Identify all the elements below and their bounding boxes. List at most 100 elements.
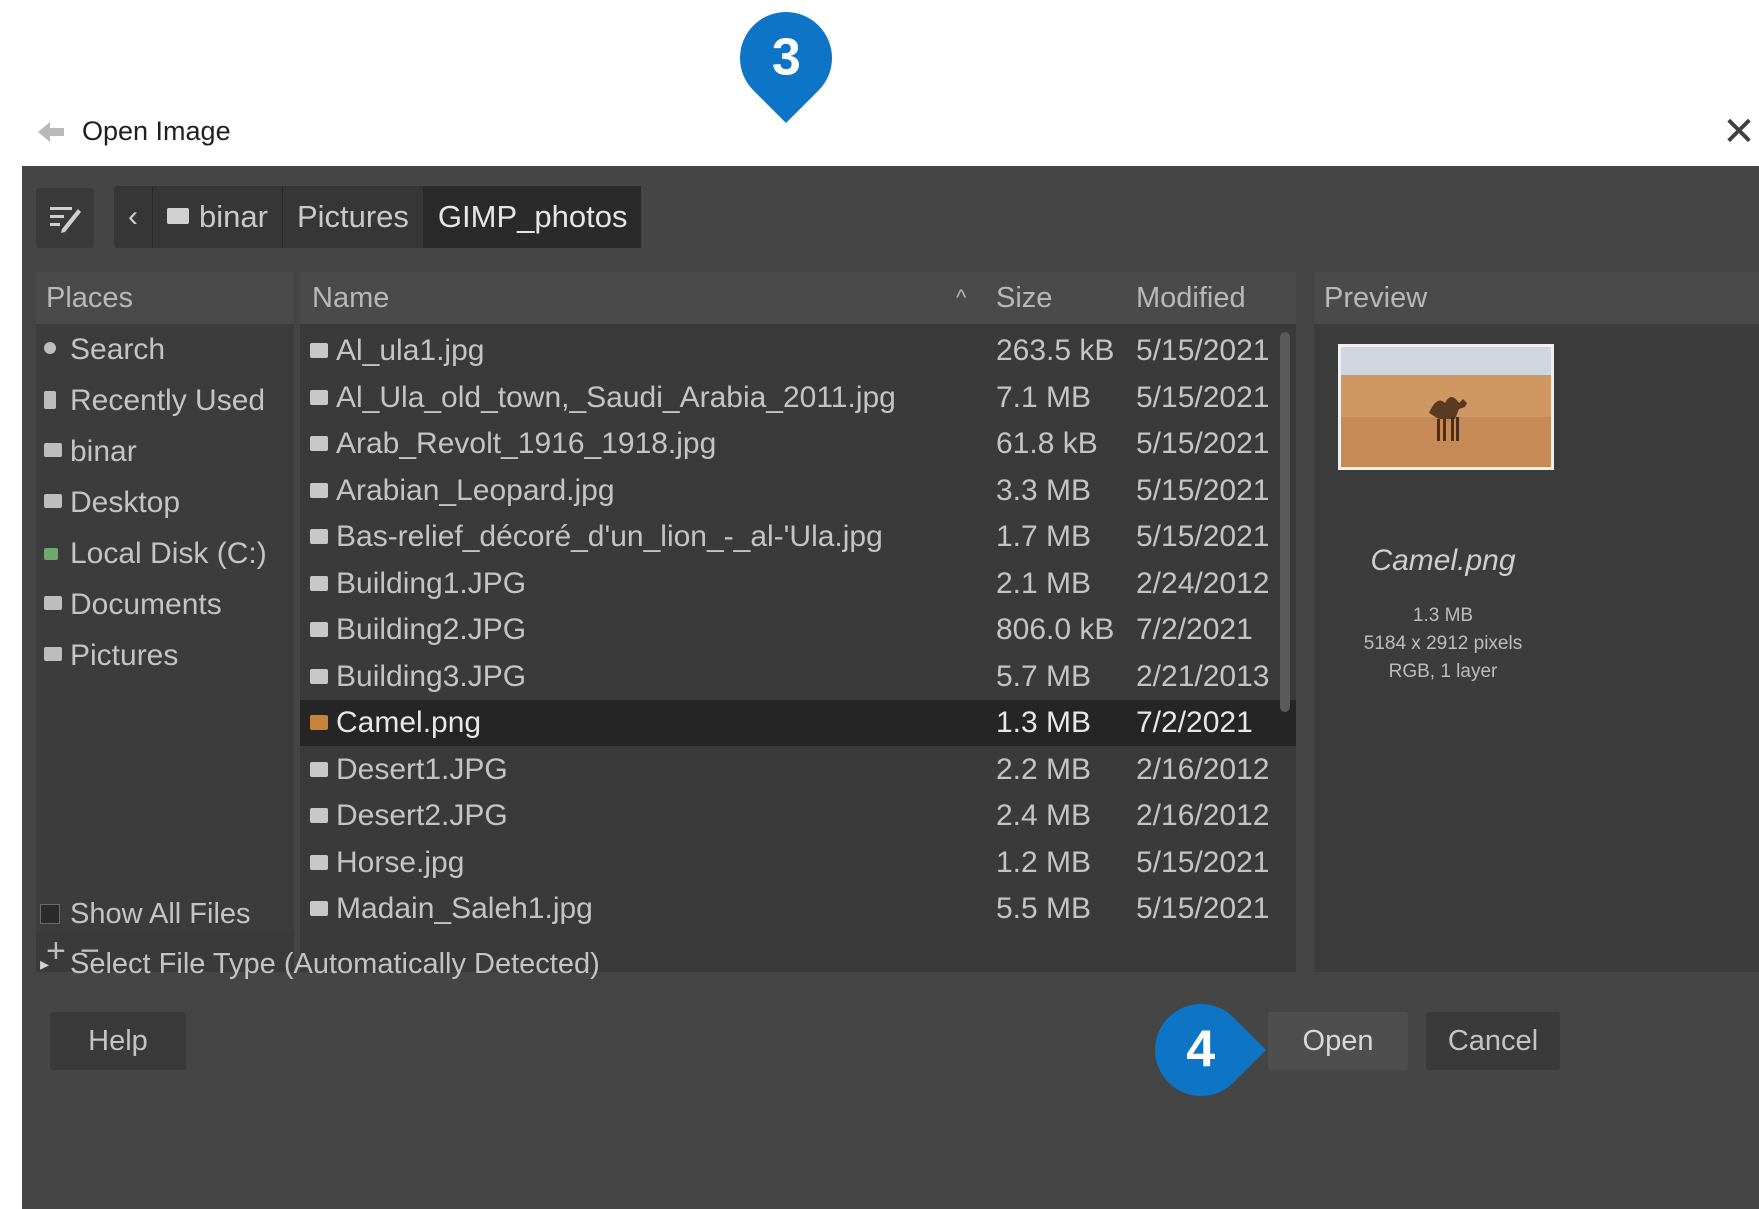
place-desktop[interactable]: Desktop: [36, 477, 294, 528]
file-size: 5.7 MB: [996, 659, 1092, 693]
type-location-button[interactable]: [36, 188, 94, 248]
column-modified-header[interactable]: Modified: [1136, 272, 1246, 324]
file-name: Desert2.JPG: [336, 799, 508, 832]
file-size: 1.7 MB: [996, 520, 1092, 553]
file-row[interactable]: Madain_Saleh1.jpg 5.5 MB 5/15/2021: [300, 886, 1296, 932]
file-row[interactable]: Al_ula1.jpg 263.5 kB 5/15/2021: [300, 328, 1296, 374]
file-modified: 2/16/2012: [1136, 752, 1270, 786]
file-size: 263.5 kB: [996, 334, 1115, 367]
file-name: Al_ula1.jpg: [336, 334, 485, 367]
image-file-icon: [310, 529, 328, 544]
file-row[interactable]: Building2.JPG 806.0 kB 7/2/2021: [300, 607, 1296, 653]
step-marker-label: 3: [771, 29, 801, 88]
preview-info: 1.3 MB 5184 x 2912 pixels RGB, 1 layer: [1314, 602, 1572, 686]
place-pictures[interactable]: Pictures: [36, 630, 294, 681]
open-button[interactable]: Open: [1268, 1012, 1408, 1070]
place-label: Pictures: [70, 639, 179, 672]
place-local-disk[interactable]: Local Disk (C:): [36, 528, 294, 579]
image-file-icon: [310, 761, 328, 777]
file-row[interactable]: Al_Ula_old_town,_Saudi_Arabia_2011.jpg 7.…: [300, 375, 1296, 421]
file-list: Name ^ Size Modified Al_ula1.jpg 263.5 kB…: [300, 272, 1296, 972]
place-label: Search: [70, 333, 166, 366]
file-modified: 5/15/2021: [1136, 845, 1270, 879]
places-panel: Places Search Recently Used binar Deskto…: [36, 272, 294, 972]
file-size: 806.0 kB: [996, 613, 1115, 646]
places-header: Places: [36, 272, 294, 324]
breadcrumb-binar[interactable]: binar: [153, 186, 283, 248]
help-button[interactable]: Help: [50, 1012, 186, 1070]
folder-icon: [44, 494, 62, 508]
preview-dimensions: 5184 x 2912 pixels: [1363, 633, 1523, 654]
file-row[interactable]: Desert2.JPG 2.4 MB 2/16/2012: [300, 793, 1296, 839]
file-size: 1.3 MB: [996, 706, 1092, 739]
place-documents[interactable]: Documents: [36, 579, 294, 630]
select-file-type-expander[interactable]: ▸ Select File Type (Automatically Detect…: [36, 942, 600, 986]
breadcrumb-gimp-photos[interactable]: GIMP_photos: [423, 186, 642, 248]
folder-icon: [44, 443, 62, 457]
place-label: Documents: [70, 588, 222, 621]
file-size: 7.1 MB: [996, 380, 1092, 414]
file-row[interactable]: Building3.JPG 5.7 MB 2/21/2013: [300, 654, 1296, 700]
breadcrumb-back-button[interactable]: ‹: [114, 186, 153, 248]
file-row[interactable]: Bas-relief_décoré_d'un_lion_-_al-'Ula.jp…: [300, 514, 1296, 560]
screenshot: Open Image ✕ ‹ binar Pictures GIMP_photo…: [0, 0, 1759, 1209]
image-file-icon: [310, 389, 328, 405]
file-row[interactable]: Desert1.JPG 2.2 MB 2/16/2012: [300, 747, 1296, 793]
dialog-title: Open Image: [82, 116, 231, 146]
file-size: 2.1 MB: [996, 566, 1092, 600]
file-name: Arab_Revolt_1916_1918.jpg: [336, 427, 717, 460]
cancel-button[interactable]: Cancel: [1426, 1012, 1560, 1070]
file-name: Madain_Saleh1.jpg: [336, 892, 593, 925]
title-bar: Open Image ✕: [22, 100, 1759, 167]
close-button[interactable]: ✕: [1719, 110, 1759, 154]
file-row[interactable]: Arabian_Leopard.jpg 3.3 MB 5/15/2021: [300, 468, 1296, 514]
file-row[interactable]: Building1.JPG 2.1 MB 2/24/2012: [300, 561, 1296, 607]
image-file-icon: [310, 343, 328, 358]
place-binar[interactable]: binar: [36, 426, 294, 477]
breadcrumb: ‹ binar Pictures GIMP_photos: [114, 186, 642, 248]
disk-icon: [44, 548, 58, 560]
image-file-icon: [310, 575, 328, 591]
image-file-icon: [310, 854, 328, 870]
image-file-icon: [310, 436, 328, 451]
preview-mode: RGB, 1 layer: [1388, 661, 1498, 682]
place-search[interactable]: Search: [36, 324, 294, 375]
column-size-header[interactable]: Size: [996, 272, 1052, 324]
image-file-icon: [310, 668, 328, 684]
file-modified: 7/2/2021: [1136, 706, 1253, 739]
folder-icon: [44, 647, 62, 661]
image-file-icon: [310, 715, 328, 730]
file-row[interactable]: Arab_Revolt_1916_1918.jpg 61.8 kB 5/15/202…: [300, 421, 1296, 467]
show-all-files-option[interactable]: Show All Files: [36, 892, 251, 936]
file-modified: 7/2/2021: [1136, 613, 1253, 646]
folder-icon: [167, 208, 189, 224]
sort-ascending-icon: ^: [956, 285, 967, 310]
file-name: Bas-relief_décoré_d'un_lion_-_al-'Ula.jp…: [336, 520, 883, 553]
image-file-icon: [310, 901, 328, 916]
preview-header: Preview: [1314, 272, 1759, 324]
breadcrumb-pictures[interactable]: Pictures: [283, 186, 424, 248]
clock-icon: [44, 391, 56, 409]
column-name-header[interactable]: Name: [312, 272, 389, 324]
file-size: 2.4 MB: [996, 799, 1092, 832]
file-list-scrollbar[interactable]: [1280, 332, 1290, 712]
preview-size: 1.3 MB: [1412, 605, 1474, 626]
pencil-edit-icon: [50, 207, 81, 233]
file-modified: 5/15/2021: [1136, 892, 1270, 925]
image-file-icon: [310, 808, 328, 823]
open-image-dialog: Open Image ✕ ‹ binar Pictures GIMP_photo…: [22, 100, 1759, 1209]
place-label: Local Disk (C:): [70, 537, 267, 570]
file-name: Desert1.JPG: [336, 752, 508, 786]
file-row[interactable]: Horse.jpg 1.2 MB 5/15/2021: [300, 840, 1296, 886]
step-marker-label: 4: [1186, 1021, 1216, 1080]
file-row[interactable]: Camel.png 1.3 MB 7/2/2021: [300, 700, 1296, 746]
file-name: Building1.JPG: [336, 566, 527, 600]
file-modified: 2/16/2012: [1136, 799, 1270, 832]
preview-filename: Camel.png: [1370, 544, 1516, 577]
expander-arrow-icon: ▸: [40, 954, 50, 974]
show-all-files-checkbox[interactable]: [40, 904, 60, 924]
place-recently-used[interactable]: Recently Used: [36, 375, 294, 426]
file-name: Al_Ula_old_town,_Saudi_Arabia_2011.jpg: [336, 380, 896, 414]
file-name: Camel.png: [336, 706, 482, 739]
file-modified: 5/15/2021: [1136, 473, 1270, 507]
